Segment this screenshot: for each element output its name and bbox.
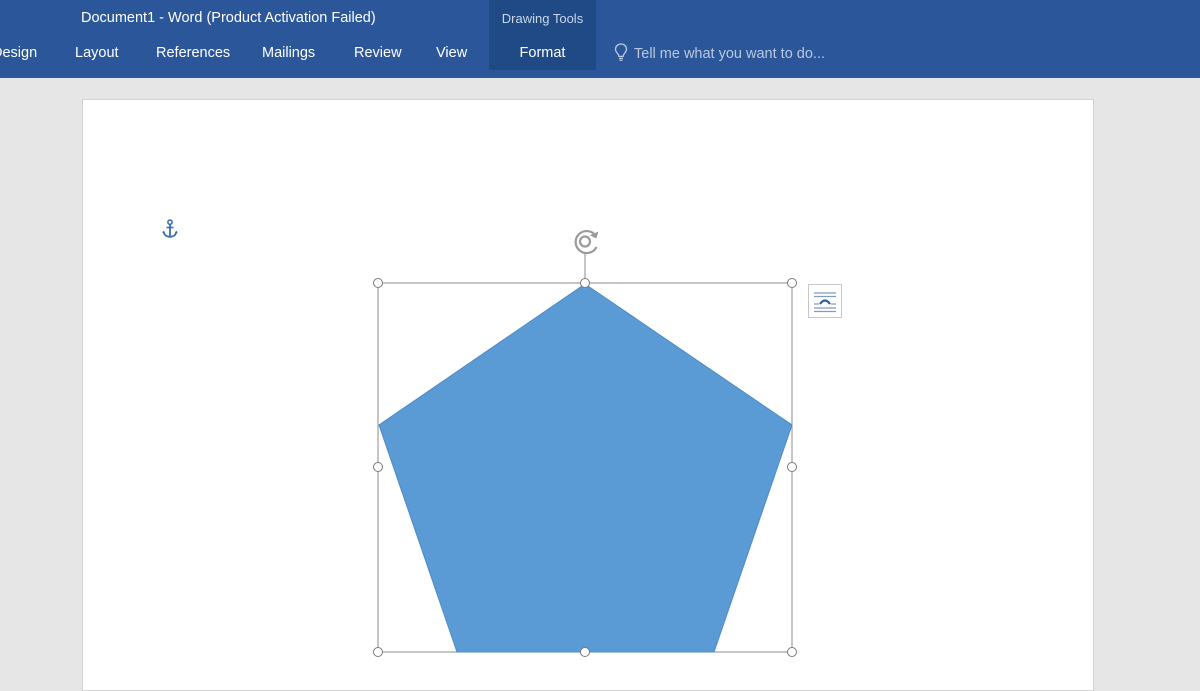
tab-view[interactable]: View xyxy=(436,45,467,61)
tell-me-search[interactable]: Tell me what you want to do... xyxy=(614,43,825,65)
resize-handle-bottom[interactable] xyxy=(580,647,590,657)
resize-handle-top[interactable] xyxy=(580,278,590,288)
tab-mailings[interactable]: Mailings xyxy=(262,45,315,61)
drawing-tools-label: Drawing Tools xyxy=(501,11,584,26)
tab-references[interactable]: References xyxy=(156,45,230,61)
layout-options-button[interactable] xyxy=(808,284,842,318)
document-page[interactable] xyxy=(82,99,1094,691)
tab-layout[interactable]: Layout xyxy=(75,45,119,61)
tab-format[interactable]: Format xyxy=(489,45,596,61)
lightbulb-icon xyxy=(614,42,634,66)
resize-handle-right[interactable] xyxy=(787,462,797,472)
tab-review[interactable]: Review xyxy=(354,45,402,61)
window-title: Document1 - Word (Product Activation Fai… xyxy=(81,10,376,26)
tab-design[interactable]: Design xyxy=(0,45,37,61)
resize-handle-left[interactable] xyxy=(373,462,383,472)
title-bar: Document1 - Word (Product Activation Fai… xyxy=(0,0,1200,78)
tell-me-placeholder: Tell me what you want to do... xyxy=(634,46,826,62)
resize-handle-bottom-right[interactable] xyxy=(787,647,797,657)
resize-handle-bottom-left[interactable] xyxy=(373,647,383,657)
resize-handle-top-right[interactable] xyxy=(787,278,797,288)
drawing-tools-group: Drawing Tools Format xyxy=(489,0,596,70)
resize-handle-top-left[interactable] xyxy=(373,278,383,288)
rotate-handle-icon[interactable] xyxy=(571,227,603,257)
anchor-icon[interactable] xyxy=(161,219,179,239)
layout-options-icon xyxy=(809,292,841,321)
